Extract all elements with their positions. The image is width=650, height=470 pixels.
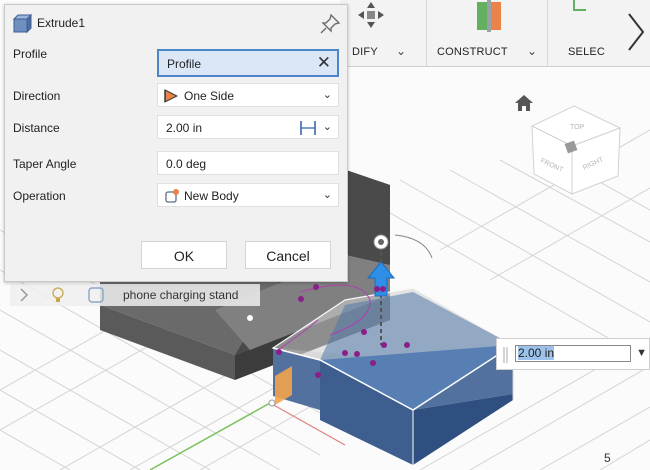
select-icon (573, 0, 586, 11)
body-icon (88, 287, 104, 303)
page-number: 5 (604, 451, 611, 465)
select-menu-label: SELEC (568, 46, 606, 58)
distance-entry-input[interactable]: 2.00 in (515, 345, 631, 362)
dialog-title: Extrude1 (37, 16, 86, 30)
cancel-button[interactable]: Cancel (245, 241, 331, 269)
operation-dropdown[interactable]: New Body ⌄ (157, 183, 339, 207)
measure-icon[interactable] (300, 121, 316, 135)
direction-label: Direction (13, 89, 61, 103)
distance-input[interactable]: 2.00 in ⌄ (157, 115, 339, 139)
modify-menu-label: DIFY (352, 46, 378, 58)
browser-item-label: phone charging stand (123, 288, 239, 302)
modify-group[interactable]: DIFY ⌄ (340, 0, 425, 66)
profile-label: Profile (13, 47, 48, 61)
direction-dropdown[interactable]: One Side ⌄ (157, 83, 339, 107)
distance-entry-box[interactable]: 2.00 in ▼ (496, 338, 650, 370)
taper-angle-input[interactable]: 0.0 deg (157, 151, 339, 175)
extrude-dialog: Extrude1 Profile Profile ✕ Direction One… (4, 4, 348, 282)
distance-label: Distance (13, 121, 60, 135)
viewcube[interactable]: TOP FRONT RIGHT (526, 104, 626, 204)
chevron-down-icon: ⌄ (322, 89, 332, 101)
distance-entry-value: 2.00 in (518, 346, 555, 360)
extrude-icon (12, 13, 33, 34)
chevron-down-icon[interactable]: ⌄ (323, 120, 332, 133)
direction-value: One Side (184, 89, 235, 103)
ribbon-toolbar: DIFY ⌄ CONSTRUCT ⌄ SELEC (340, 0, 650, 67)
construct-group[interactable]: CONSTRUCT ⌄ (426, 0, 547, 66)
construct-plane-icon (477, 0, 501, 32)
one-side-icon (164, 89, 178, 103)
drag-handle-icon[interactable] (503, 347, 509, 363)
ok-button[interactable]: OK (141, 241, 227, 269)
taper-angle-label: Taper Angle (13, 157, 77, 171)
chevron-down-icon: ⌄ (527, 44, 538, 58)
profile-selection-field[interactable]: Profile ✕ (157, 49, 339, 77)
move-icon (358, 2, 384, 28)
taper-angle-value: 0.0 deg (166, 157, 207, 171)
new-body-icon (165, 189, 179, 203)
dropdown-arrow-icon[interactable]: ▼ (636, 347, 647, 359)
dialog-title-bar[interactable]: Extrude1 (5, 5, 347, 39)
viewcube-top-label: TOP (570, 124, 585, 131)
chevron-down-icon: ⌄ (322, 189, 332, 201)
pin-icon[interactable] (319, 13, 341, 35)
operation-value: New Body (184, 189, 239, 203)
expand-arrow-icon[interactable] (18, 288, 30, 302)
chevron-right-icon[interactable] (623, 8, 647, 56)
construct-menu-label: CONSTRUCT (437, 46, 508, 58)
lightbulb-icon[interactable] (50, 286, 66, 304)
browser-item-row[interactable]: phone charging stand (10, 284, 260, 306)
chevron-down-icon: ⌄ (396, 44, 407, 58)
operation-label: Operation (13, 189, 66, 203)
profile-selection-value: Profile (167, 57, 202, 71)
select-group[interactable]: SELEC (547, 0, 650, 66)
clear-selection-icon[interactable]: ✕ (317, 53, 331, 73)
distance-value: 2.00 in (166, 121, 203, 135)
